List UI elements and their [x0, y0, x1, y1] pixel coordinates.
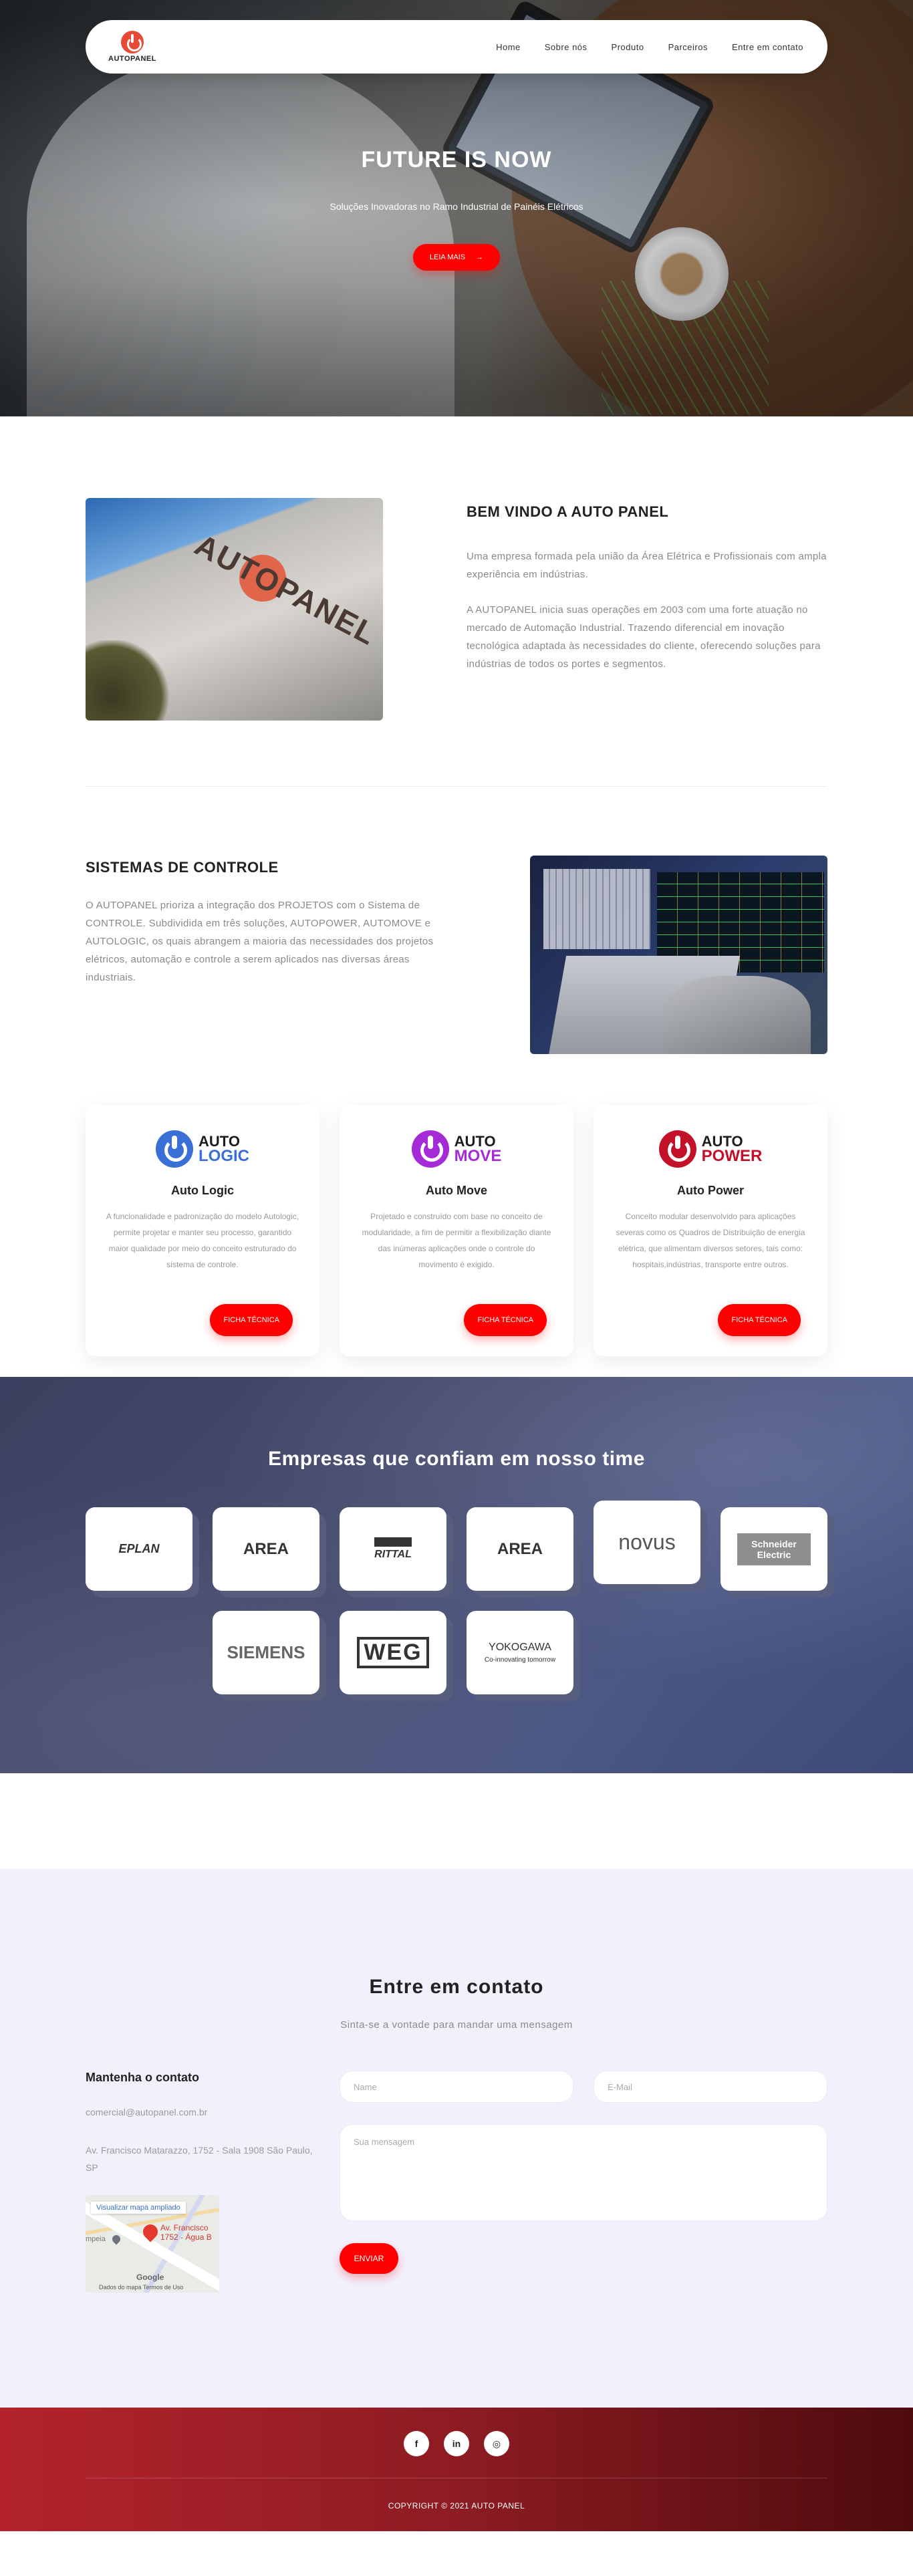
- automove-logo: AUTO MOVE: [340, 1129, 573, 1169]
- systems-paragraph: O AUTOPANEL prioriza a integração dos PR…: [86, 900, 434, 983]
- about-paragraph-2: A AUTOPANEL inicia suas operações em 200…: [467, 604, 821, 670]
- footer: f in ◎ COPYRIGHT © 2021 AUTO PANEL: [0, 2408, 913, 2531]
- product-card-automove: AUTO MOVE Auto Move Projetado e construí…: [340, 1105, 573, 1356]
- hero-title: FUTURE IS NOW: [361, 147, 552, 172]
- map-marker-icon: [110, 2233, 122, 2245]
- map-footer[interactable]: Dados do mapa Termos de Uso: [99, 2284, 183, 2291]
- autologic-logo: AUTO LOGIC: [86, 1129, 319, 1169]
- card-title: Auto Power: [676, 1184, 744, 1197]
- brand-logo-text: AUTOPANEL: [108, 55, 156, 63]
- datasheet-button-autopower[interactable]: FICHA TÉCNICA: [718, 1304, 801, 1336]
- clients-section: Empresas que confiam em nosso time EPLAN…: [0, 1377, 913, 1773]
- contact-subtitle: Sinta-se a vontade para mandar uma mensa…: [340, 2019, 573, 2031]
- power-logo-icon: [658, 1130, 696, 1168]
- copyright-text: COPYRIGHT © 2021 AUTO PANEL: [388, 2501, 525, 2510]
- power-logo-icon: [411, 1130, 449, 1168]
- read-more-button[interactable]: LEIA MAIS →: [413, 244, 500, 271]
- systems-section: SISTEMAS DE CONTROLE O AUTOPANEL prioriz…: [0, 787, 913, 1377]
- about-title: BEM VINDO A AUTO PANEL: [467, 503, 669, 520]
- about-paragraph-1: Uma empresa formada pela união da Área E…: [467, 551, 827, 580]
- card-description: Projetado e construído com base no conce…: [362, 1212, 551, 1269]
- power-logo-icon: [121, 31, 144, 53]
- google-logo: Google: [136, 2273, 164, 2282]
- contact-info-title: Mantenha o contato: [86, 2071, 199, 2084]
- client-logo-siemens: SIEMENS: [213, 1611, 319, 1694]
- card-description: A funcionalidade e padronização do model…: [106, 1212, 299, 1269]
- instagram-icon[interactable]: ◎: [484, 2431, 509, 2456]
- product-card-autopower: AUTO POWER Auto Power Conceito modular d…: [594, 1105, 827, 1356]
- about-text: BEM VINDO A AUTO PANEL Uma empresa forma…: [467, 503, 827, 673]
- product-cards: AUTO LOGIC Auto Logic A funcionalidade e…: [86, 1105, 827, 1356]
- clients-title: Empresas que confiam em nosso time: [268, 1448, 645, 1470]
- nav-produto[interactable]: Produto: [612, 42, 644, 52]
- datasheet-button-automove[interactable]: FICHA TÉCNICA: [464, 1304, 547, 1336]
- facebook-icon[interactable]: f: [404, 2431, 429, 2456]
- card-title: Auto Logic: [171, 1184, 234, 1197]
- systems-text: SISTEMAS DE CONTROLE O AUTOPANEL prioriz…: [86, 859, 446, 987]
- map-pin-label: Av. Francisco 1752 - Água B: [160, 2223, 212, 2242]
- datasheet-button-autologic[interactable]: FICHA TÉCNICA: [210, 1304, 293, 1336]
- contact-title: Entre em contato: [369, 1976, 544, 1998]
- contact-section: Entre em contato Sinta-se a vontade para…: [0, 1869, 913, 2408]
- nav-contato[interactable]: Entre em contato: [732, 42, 803, 52]
- email-input[interactable]: E-Mail: [594, 2071, 827, 2103]
- social-links: f in ◎: [0, 2431, 913, 2456]
- read-more-label: LEIA MAIS: [429, 253, 466, 261]
- autopower-logo: AUTO POWER: [594, 1129, 827, 1169]
- card-title: Auto Move: [426, 1184, 487, 1197]
- about-building-image: AUTOPANEL: [86, 498, 383, 721]
- location-map[interactable]: Visualizar mapa ampliado mpeia Av. Franc…: [86, 2195, 219, 2293]
- client-logo-area: AREA: [213, 1507, 319, 1591]
- hero-section: AUTOPANEL Home Sobre nós Produto Parceir…: [0, 0, 913, 416]
- brand-logo[interactable]: AUTOPANEL: [104, 31, 160, 63]
- name-input[interactable]: Name: [340, 2071, 573, 2103]
- client-logo-yokogawa: YOKOGAWA Co-innovating tomorrow: [467, 1611, 573, 1694]
- hero-content: FUTURE IS NOW Soluções Inovadoras no Ram…: [0, 147, 913, 271]
- nav-home[interactable]: Home: [496, 42, 521, 52]
- map-pin-icon[interactable]: [140, 2221, 161, 2242]
- control-room-image: [530, 856, 827, 1054]
- contact-address: Av. Francisco Matarazzo, 1752 - Sala 190…: [86, 2145, 313, 2173]
- view-larger-map-link[interactable]: Visualizar mapa ampliado: [91, 2202, 186, 2214]
- building-sign-text: AUTOPANEL: [189, 527, 383, 652]
- systems-title: SISTEMAS DE CONTROLE: [86, 859, 279, 876]
- hero-subtitle: Soluções Inovadoras no Ramo Industrial d…: [330, 201, 583, 212]
- nav-sobre-nos[interactable]: Sobre nós: [545, 42, 588, 52]
- client-logo-novus: novus: [594, 1501, 700, 1584]
- nav-parceiros[interactable]: Parceiros: [668, 42, 708, 52]
- contact-email[interactable]: comercial@autopanel.com.br: [86, 2107, 207, 2117]
- main-nav: Home Sobre nós Produto Parceiros Entre e…: [472, 42, 803, 52]
- client-logo-rittal: RITTAL: [340, 1507, 446, 1591]
- client-logo-area-2: AREA: [467, 1507, 573, 1591]
- message-textarea[interactable]: Sua mensagem: [340, 2124, 827, 2221]
- about-section: AUTOPANEL BEM VINDO A AUTO PANEL Uma emp…: [0, 416, 913, 787]
- arrow-right-icon: →: [476, 253, 484, 261]
- client-logo-schneider: Schneider Electric: [721, 1507, 827, 1591]
- send-button[interactable]: ENVIAR: [340, 2243, 398, 2274]
- client-logo-eplan: EPLAN: [86, 1507, 192, 1591]
- navbar: AUTOPANEL Home Sobre nós Produto Parceir…: [86, 20, 827, 74]
- product-card-autologic: AUTO LOGIC Auto Logic A funcionalidade e…: [86, 1105, 319, 1356]
- card-description: Conceito modular desenvolvido para aplic…: [616, 1212, 805, 1269]
- client-logo-weg: WEG: [340, 1611, 446, 1694]
- linkedin-icon[interactable]: in: [444, 2431, 469, 2456]
- power-logo-icon: [156, 1130, 193, 1168]
